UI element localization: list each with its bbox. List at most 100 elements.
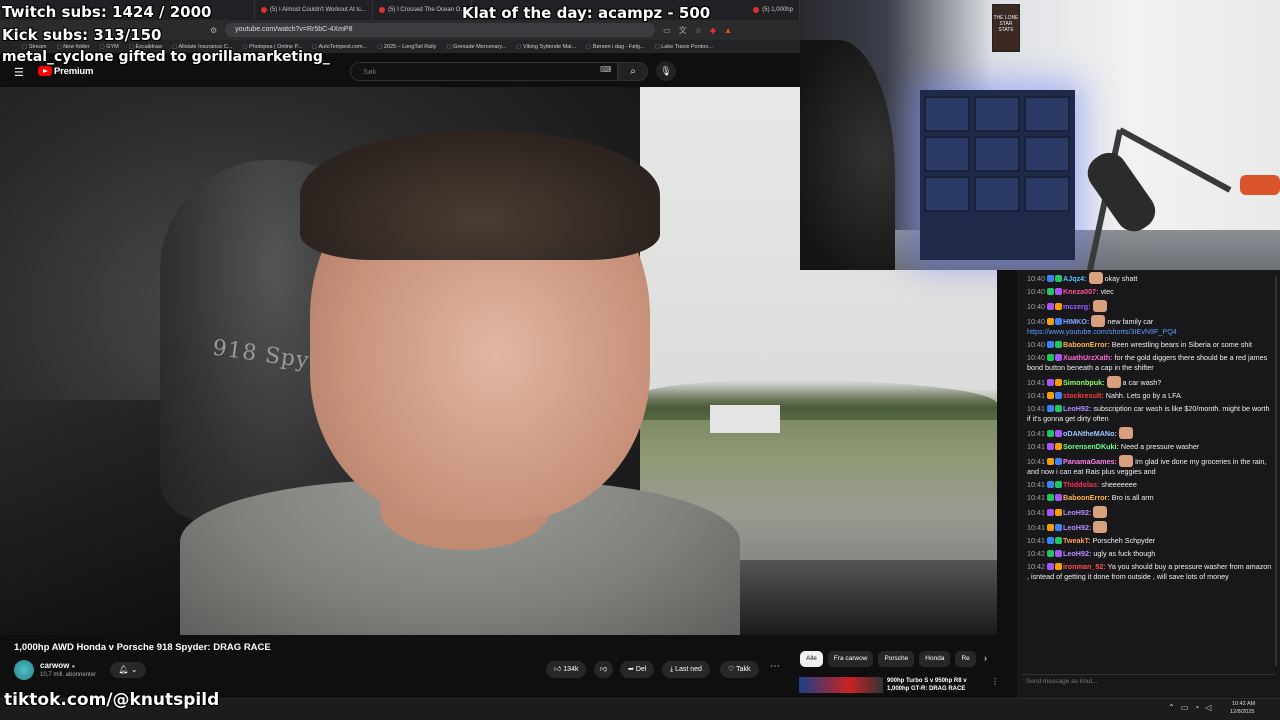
voice-search-button[interactable]: 🎙 xyxy=(656,61,676,81)
chat-badge-icon[interactable] xyxy=(1047,550,1054,557)
chip-related[interactable]: Re xyxy=(955,651,976,667)
chat-badge-icon[interactable] xyxy=(1055,303,1062,310)
search-button[interactable]: ⌕ xyxy=(618,62,648,81)
youtube-logo-icon[interactable] xyxy=(38,66,52,76)
chat-link[interactable]: https://www.youtube.com/shorts/3IEvN9F_P… xyxy=(1027,327,1177,336)
chip-porsche[interactable]: Porsche xyxy=(878,651,915,667)
chat-badge-icon[interactable] xyxy=(1047,537,1054,544)
chat-badge-icon[interactable] xyxy=(1047,392,1054,399)
chat-badge-icon[interactable] xyxy=(1055,458,1062,465)
menu-icon[interactable]: ☰ xyxy=(14,66,24,79)
chat-badge-icon[interactable] xyxy=(1047,275,1054,282)
chat-badge-icon[interactable] xyxy=(1047,303,1054,310)
chat-badge-icon[interactable] xyxy=(1055,430,1062,437)
cast-icon[interactable]: ▭ xyxy=(663,26,671,35)
tray-wifi-icon[interactable]: ◔ xyxy=(1194,703,1199,712)
chat-username[interactable]: SorensenDKuki: xyxy=(1063,442,1119,451)
chat-badge-icon[interactable] xyxy=(1055,563,1062,570)
chevron-right-icon[interactable]: › xyxy=(984,653,987,663)
chat-badge-icon[interactable] xyxy=(1055,509,1062,516)
chat-username[interactable]: LeoH92: xyxy=(1063,549,1091,558)
chat-badge-icon[interactable] xyxy=(1055,392,1062,399)
browser-tab-active[interactable]: (5) 1,000hp xyxy=(747,0,800,20)
notification-bell-button[interactable]: 🔔︎ ⌄ xyxy=(110,662,146,678)
chat-badge-icon[interactable] xyxy=(1047,318,1054,325)
chat-badge-icon[interactable] xyxy=(1047,379,1054,386)
chat-username[interactable]: HIMKO: xyxy=(1063,317,1089,326)
download-button[interactable]: ⤓ Last ned xyxy=(662,661,710,678)
translate-icon[interactable]: 文 xyxy=(679,25,687,36)
chat-username[interactable]: LeoH92: xyxy=(1063,404,1091,413)
chat-badge-icon[interactable] xyxy=(1047,288,1054,295)
like-button[interactable]: 👍︎ 134k xyxy=(546,661,587,678)
suggested-video-title[interactable]: 900hp Turbo S v 950hp R8 v 1,000hp GT-R:… xyxy=(887,677,987,693)
bookmark-item[interactable]: 2025 – LongTail Rally xyxy=(377,44,437,50)
chat-username[interactable]: LeoH92: xyxy=(1063,523,1091,532)
chat-badge-icon[interactable] xyxy=(1047,354,1054,361)
chat-username[interactable]: Simonbpuk: xyxy=(1063,378,1105,387)
url-field[interactable]: youtube.com/watch?v=Rr5bC-4XmP8 xyxy=(225,23,656,37)
channel-name[interactable]: carwow ● xyxy=(40,661,75,670)
chat-username[interactable]: AJqz4: xyxy=(1063,274,1087,283)
chat-badge-icon[interactable] xyxy=(1055,341,1062,348)
chat-badge-icon[interactable] xyxy=(1047,430,1054,437)
chat-username[interactable]: ironman_52: xyxy=(1063,562,1106,571)
chat-badge-icon[interactable] xyxy=(1047,405,1054,412)
chat-username[interactable]: BaboonError: xyxy=(1063,340,1110,349)
clock-time[interactable]: 10:42 AM xyxy=(1232,701,1255,707)
keyboard-icon[interactable]: ⌨ xyxy=(600,65,612,74)
chat-badge-icon[interactable] xyxy=(1047,509,1054,516)
browser-tab[interactable]: (5) I Almost Couldn't Workout At Ic... xyxy=(255,0,374,20)
chat-username[interactable]: PanamaGames: xyxy=(1063,457,1117,466)
chip-honda[interactable]: Honda xyxy=(919,651,951,667)
chat-username[interactable]: XuathUrzXath: xyxy=(1063,353,1113,362)
suggested-video-menu-icon[interactable]: ⋮ xyxy=(991,677,999,686)
clock-date[interactable]: 12/8/2025 xyxy=(1230,709,1254,715)
tray-network-icon[interactable]: ▭ xyxy=(1181,703,1189,712)
chat-badge-icon[interactable] xyxy=(1055,354,1062,361)
bookmark-item[interactable]: Grenade Mercenary... xyxy=(446,44,506,50)
chat-badge-icon[interactable] xyxy=(1047,341,1054,348)
share-button[interactable]: ➦ Del xyxy=(620,661,655,678)
chat-username[interactable]: TweakT: xyxy=(1063,536,1090,545)
chat-badge-icon[interactable] xyxy=(1055,379,1062,386)
more-actions-icon[interactable]: ⋯ xyxy=(770,661,780,672)
chat-badge-icon[interactable] xyxy=(1055,443,1062,450)
chat-badge-icon[interactable] xyxy=(1055,318,1062,325)
chat-badge-icon[interactable] xyxy=(1047,524,1054,531)
chat-badge-icon[interactable] xyxy=(1055,550,1062,557)
chat-input[interactable]: Send message as knut... xyxy=(1022,674,1275,688)
chat-badge-icon[interactable] xyxy=(1055,537,1062,544)
bookmark-item[interactable]: Lake Travis Pontoo... xyxy=(654,44,713,50)
chat-badge-icon[interactable] xyxy=(1047,481,1054,488)
chat-username[interactable]: LeoH92: xyxy=(1063,508,1091,517)
dislike-button[interactable]: 👎︎ xyxy=(594,661,614,678)
chat-badge-icon[interactable] xyxy=(1047,563,1054,570)
chat-badge-icon[interactable] xyxy=(1047,494,1054,501)
tray-volume-icon[interactable]: ◁ xyxy=(1205,703,1211,712)
chat-badge-icon[interactable] xyxy=(1055,494,1062,501)
chat-username[interactable]: oDANtheMANo: xyxy=(1063,429,1117,438)
chat-badge-icon[interactable] xyxy=(1055,481,1062,488)
chat-badge-icon[interactable] xyxy=(1047,458,1054,465)
bookmark-item[interactable]: Børsen i dag - Følg... xyxy=(586,44,645,50)
chat-badge-icon[interactable] xyxy=(1055,405,1062,412)
tray-chevron-up-icon[interactable]: ⌃ xyxy=(1168,703,1175,712)
chat-badge-icon[interactable] xyxy=(1055,524,1062,531)
bookmark-item[interactable]: Viking Syttende Mai... xyxy=(516,44,576,50)
browser-tab[interactable]: (5) I Crossed The Ocean O... xyxy=(373,0,473,20)
chat-username[interactable]: stockresult: xyxy=(1063,391,1104,400)
chat-badge-icon[interactable] xyxy=(1055,275,1062,282)
chat-badge-icon[interactable] xyxy=(1047,443,1054,450)
chat-username[interactable]: BaboonError: xyxy=(1063,493,1110,502)
youtube-premium-label[interactable]: Premium xyxy=(54,66,93,77)
channel-avatar[interactable] xyxy=(14,660,34,680)
search-input[interactable]: Søk xyxy=(350,62,618,81)
thanks-button[interactable]: ♡ Takk xyxy=(720,661,759,678)
bookmark-star-icon[interactable]: ☆ xyxy=(695,26,702,35)
chat-badge-icon[interactable] xyxy=(1055,288,1062,295)
brave-icon[interactable]: ▲ xyxy=(724,26,732,35)
suggested-video-thumbnail[interactable] xyxy=(799,677,883,693)
chat-username[interactable]: Kneza007: xyxy=(1063,287,1099,296)
chat-scrollbar[interactable] xyxy=(1275,276,1277,666)
